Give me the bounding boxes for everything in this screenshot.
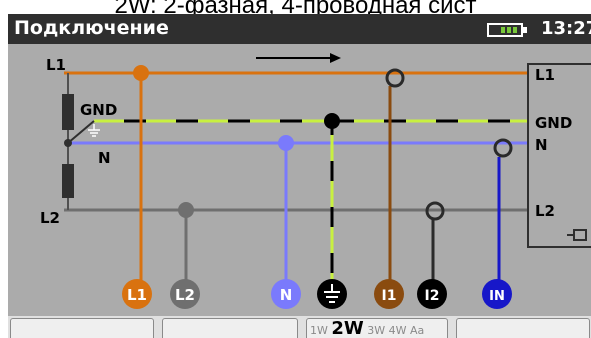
- header-title: Подключение: [14, 17, 169, 39]
- battery-icon: [487, 23, 527, 37]
- instrument-screen: 2W: 2-фазная, 4-проводная сист Подключен…: [0, 0, 591, 338]
- terminal-in-label: IN: [489, 289, 505, 304]
- left-label-l1: L1: [46, 56, 66, 74]
- left-label-gnd: GND: [80, 101, 117, 119]
- softkey-1[interactable]: [10, 318, 154, 338]
- wiring-diagram: L1 GND N L2 L1 GND N L2 L1 L2 N I1 I2 IN: [8, 44, 591, 316]
- arrow-head-icon: [330, 53, 341, 63]
- terminal-l1-label: L1: [127, 286, 147, 304]
- source-coil-upper: [62, 94, 74, 130]
- mode-3w[interactable]: 3W: [367, 324, 385, 337]
- softkey-2[interactable]: [162, 318, 298, 338]
- gnd-junction: [324, 113, 340, 129]
- mode-2w[interactable]: 2W: [331, 318, 363, 338]
- left-label-n: N: [98, 149, 111, 167]
- terminal-n-label: N: [280, 286, 293, 304]
- plug-icon: [567, 229, 587, 241]
- l2-junction: [178, 202, 194, 218]
- mode-1w[interactable]: 1W: [310, 324, 328, 337]
- right-label-n: N: [535, 136, 548, 154]
- left-label-l2: L2: [40, 209, 60, 227]
- right-label-gnd: GND: [535, 114, 572, 132]
- softkey-mode-selector[interactable]: 1W 2W 3W 4W Aa: [306, 318, 448, 338]
- softkey-4[interactable]: [456, 318, 590, 338]
- right-label-l2: L2: [535, 202, 555, 220]
- terminal-ground: [317, 279, 347, 309]
- terminal-l2-label: L2: [175, 286, 195, 304]
- mode-4w[interactable]: 4W: [389, 324, 407, 337]
- n-junction: [278, 135, 294, 151]
- wiring-diagram-svg: L1 GND N L2 L1 GND N L2 L1 L2 N I1 I2 IN: [40, 53, 591, 309]
- terminal-i1-label: I1: [382, 288, 397, 304]
- battery-fill: [501, 27, 519, 33]
- mode-aa[interactable]: Aa: [410, 324, 424, 337]
- header-bar: Подключение 13:27: [8, 14, 591, 44]
- terminal-i2-label: I2: [425, 288, 440, 304]
- right-label-l1: L1: [535, 66, 555, 84]
- clock: 13:27: [541, 18, 591, 39]
- softkey-bar: 1W 2W 3W 4W Aa: [8, 316, 591, 338]
- source-coil-lower: [62, 164, 74, 198]
- l1-junction: [133, 65, 149, 81]
